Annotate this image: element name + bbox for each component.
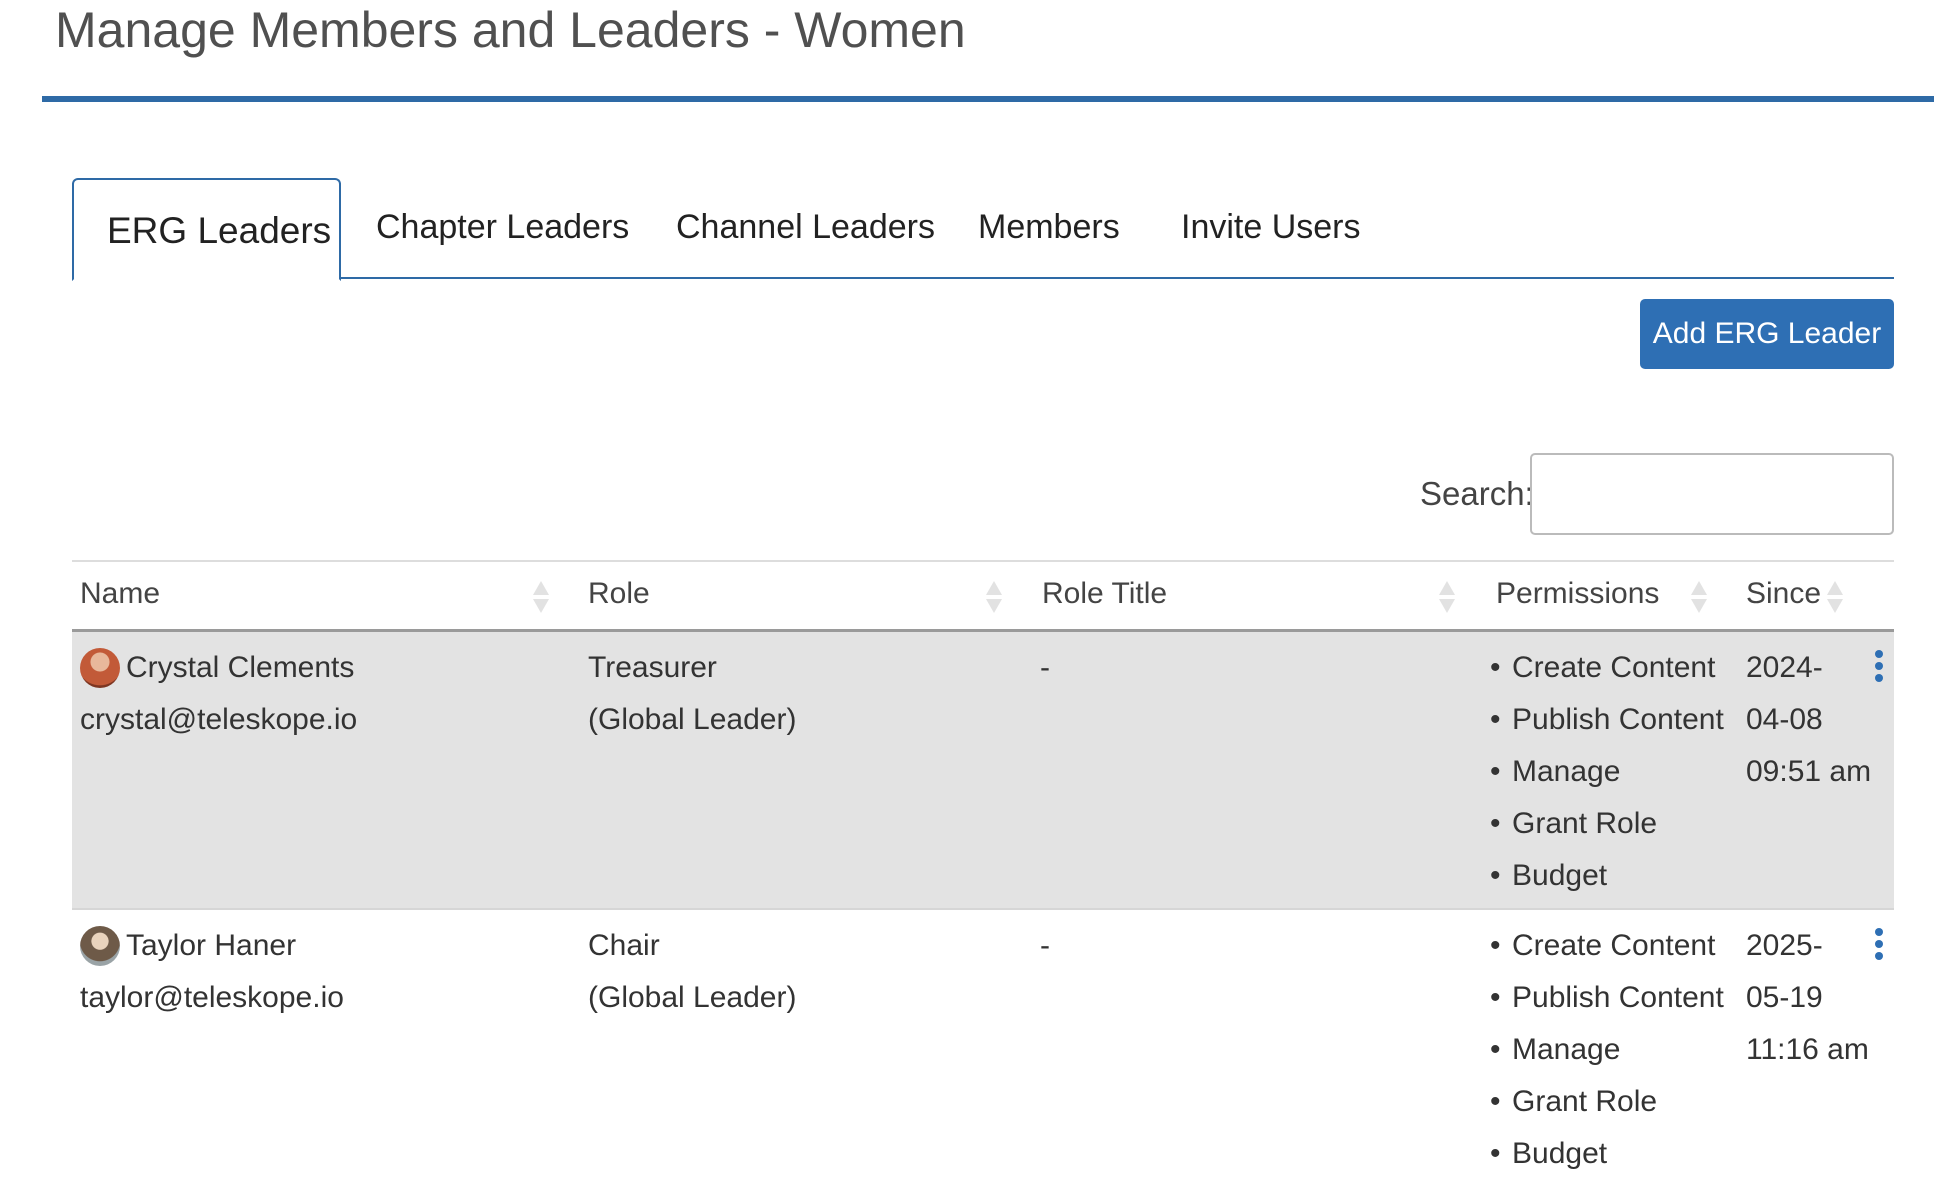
leader-role: Chair bbox=[588, 929, 660, 962]
sort-arrows-icon[interactable] bbox=[985, 579, 1003, 615]
column-header-permissions[interactable]: Permissions bbox=[1496, 577, 1659, 611]
sort-arrows-icon[interactable] bbox=[1826, 579, 1844, 615]
tab-bar: ERG Leaders Chapter Leaders Channel Lead… bbox=[72, 178, 1894, 281]
permission-item: Publish Content bbox=[1490, 694, 1724, 746]
permission-item: Create Content bbox=[1490, 642, 1724, 694]
table-row: Taylor Haner taylor@teleskope.io Chair (… bbox=[72, 910, 1894, 1178]
search-label: Search: bbox=[1420, 475, 1534, 512]
table-top-border bbox=[72, 560, 1894, 562]
column-header-role[interactable]: Role bbox=[588, 577, 650, 611]
column-header-role-title[interactable]: Role Title bbox=[1042, 577, 1167, 611]
since-date-part: 2025- bbox=[1746, 929, 1823, 962]
sort-arrows-icon[interactable] bbox=[1690, 579, 1708, 615]
permission-item: Create Content bbox=[1490, 920, 1724, 972]
since-date-part: 05-19 bbox=[1746, 981, 1823, 1014]
leader-name: Taylor Haner bbox=[126, 929, 297, 962]
leader-email: taylor@teleskope.io bbox=[80, 981, 344, 1014]
permissions-list: Create Content Publish Content Manage Gr… bbox=[1490, 642, 1724, 902]
page: Manage Members and Leaders - Women ERG L… bbox=[0, 0, 1934, 1178]
column-header-since[interactable]: Since bbox=[1746, 577, 1821, 611]
leader-role-title: - bbox=[1040, 651, 1050, 684]
since-time: 09:51 am bbox=[1746, 755, 1872, 788]
leader-role-title: - bbox=[1040, 929, 1050, 962]
permission-item: Manage bbox=[1490, 746, 1724, 798]
tab-label: Chapter Leaders bbox=[376, 208, 630, 246]
tab-erg-leaders[interactable]: ERG Leaders bbox=[72, 178, 341, 281]
leader-role-scope: (Global Leader) bbox=[588, 703, 797, 736]
permission-item: Budget bbox=[1490, 850, 1724, 902]
since-date-part: 04-08 bbox=[1746, 703, 1823, 736]
permission-item: Grant Role bbox=[1490, 1076, 1724, 1128]
add-erg-leader-button[interactable]: Add ERG Leader bbox=[1640, 299, 1894, 369]
kebab-menu-icon[interactable] bbox=[1872, 650, 1886, 686]
column-header-name[interactable]: Name bbox=[80, 577, 160, 611]
sort-arrows-icon[interactable] bbox=[1438, 579, 1456, 615]
permission-item: Publish Content bbox=[1490, 972, 1724, 1024]
leader-role: Treasurer bbox=[588, 651, 717, 684]
leader-email: crystal@teleskope.io bbox=[80, 703, 358, 736]
permission-item: Grant Role bbox=[1490, 798, 1724, 850]
tab-label: ERG Leaders bbox=[107, 210, 332, 251]
search-input[interactable] bbox=[1530, 453, 1894, 535]
leader-role-scope: (Global Leader) bbox=[588, 981, 797, 1014]
kebab-menu-icon[interactable] bbox=[1872, 928, 1886, 964]
sort-arrows-icon[interactable] bbox=[532, 579, 550, 615]
user-avatar bbox=[80, 926, 120, 966]
tab-label: Channel Leaders bbox=[676, 208, 935, 246]
page-title: Manage Members and Leaders - Women bbox=[55, 2, 966, 58]
permissions-list: Create Content Publish Content Manage Gr… bbox=[1490, 920, 1724, 1178]
tab-label: Members bbox=[978, 208, 1120, 246]
permission-item: Manage bbox=[1490, 1024, 1724, 1076]
table-row: Crystal Clements crystal@teleskope.io Tr… bbox=[72, 632, 1894, 910]
since-time: 11:16 am bbox=[1746, 1033, 1869, 1066]
title-divider bbox=[42, 96, 1934, 102]
tab-label: Invite Users bbox=[1181, 208, 1361, 246]
user-avatar bbox=[80, 648, 120, 688]
since-date-part: 2024- bbox=[1746, 651, 1823, 684]
permission-item: Budget bbox=[1490, 1128, 1724, 1178]
leader-name: Crystal Clements bbox=[126, 651, 355, 684]
